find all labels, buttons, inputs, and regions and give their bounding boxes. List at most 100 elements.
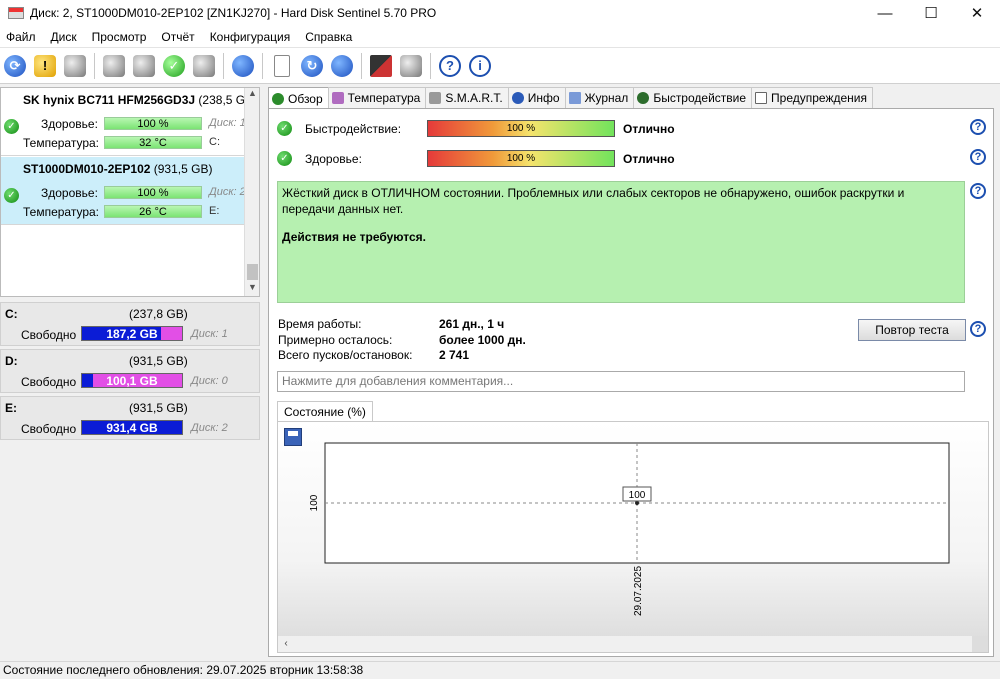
menu-file[interactable]: Файл bbox=[0, 30, 45, 44]
maximize-button[interactable]: ☐ bbox=[908, 0, 954, 26]
disk-list-scrollbar[interactable]: ▲ ▼ bbox=[244, 88, 259, 296]
tab-label: Быстродействие bbox=[653, 91, 747, 105]
volume-disk: Диск: 2 bbox=[191, 422, 228, 434]
network-icon bbox=[331, 54, 353, 77]
volume-letter: D: bbox=[5, 354, 18, 368]
tab-overview[interactable]: Обзор bbox=[268, 87, 329, 109]
disk-ok-icon: ✓ bbox=[163, 54, 185, 77]
scroll-thumb[interactable] bbox=[247, 264, 258, 280]
scroll-left-icon[interactable]: ‹ bbox=[278, 636, 294, 652]
disk-number: Диск: 1 bbox=[209, 117, 246, 129]
tab-info[interactable]: Инфо bbox=[507, 87, 566, 108]
free-space-value: 100,1 GB bbox=[106, 374, 158, 388]
disk-scan-button[interactable] bbox=[191, 53, 217, 79]
report-icon bbox=[274, 54, 290, 77]
web-icon bbox=[232, 54, 254, 77]
speed-icon bbox=[637, 92, 650, 104]
tab-temperature[interactable]: Температура bbox=[327, 87, 427, 108]
temperature-label: Температура: bbox=[23, 205, 100, 219]
uptime-value: 261 дн., 1 ч bbox=[439, 317, 505, 331]
message-help-icon[interactable]: ? bbox=[970, 183, 986, 199]
scroll-up-icon[interactable]: ▲ bbox=[245, 88, 259, 102]
toolbar-separator bbox=[361, 52, 362, 79]
overview-panel: ✓ Быстродействие: 100 % Отлично ? ✓ Здор… bbox=[268, 108, 994, 657]
health-chart: 100 100 29.07.2025 bbox=[309, 442, 950, 616]
warning-button[interactable]: ! bbox=[32, 53, 58, 79]
app-icon bbox=[8, 7, 24, 19]
menu-report[interactable]: Отчёт bbox=[155, 30, 203, 44]
disk-list: SK hynix BC711 HFM256GD3J (238,5 GB ✓ Зд… bbox=[0, 87, 260, 297]
retest-help-icon[interactable]: ? bbox=[970, 321, 986, 337]
health-bar: 100 % bbox=[104, 117, 202, 130]
volume-size: (931,5 GB) bbox=[129, 401, 188, 415]
tab-performance[interactable]: Быстродействие bbox=[633, 87, 753, 108]
health-help-icon[interactable]: ? bbox=[970, 149, 986, 165]
recycle-button[interactable]: ↻ bbox=[299, 53, 325, 79]
free-label: Свободно bbox=[21, 375, 77, 389]
web-button[interactable] bbox=[230, 53, 256, 79]
toolbar-separator bbox=[430, 52, 431, 79]
network-button[interactable] bbox=[329, 53, 355, 79]
volume-card-c[interactable]: C: (237,8 GB) Свободно 187,2 GB Диск: 1 bbox=[0, 302, 260, 346]
disk-test-button[interactable] bbox=[101, 53, 127, 79]
chart-scrollbar[interactable]: ‹ bbox=[278, 636, 988, 652]
data-label: 100 bbox=[629, 490, 646, 501]
disk-card-0[interactable]: SK hynix BC711 HFM256GD3J (238,5 GB ✓ Зд… bbox=[1, 88, 253, 156]
toolbar-separator bbox=[262, 52, 263, 79]
disk-ok-button[interactable]: ✓ bbox=[161, 53, 187, 79]
performance-bar: 100 % bbox=[427, 120, 615, 137]
disk-scan-icon bbox=[193, 54, 215, 77]
disk-test-2-button[interactable] bbox=[131, 53, 157, 79]
toolbar-separator bbox=[94, 52, 95, 79]
scroll-down-icon[interactable]: ▼ bbox=[245, 282, 259, 296]
disk-size: (931,5 GB) bbox=[153, 162, 213, 176]
tab-label: Журнал bbox=[584, 91, 629, 105]
report-button[interactable] bbox=[269, 53, 295, 79]
help-button[interactable]: ? bbox=[437, 53, 463, 79]
menu-configuration[interactable]: Конфигурация bbox=[204, 30, 300, 44]
disk-name: ST1000DM010-2EP102 (931,5 GB) bbox=[23, 162, 212, 176]
health-label: Здоровье: bbox=[305, 152, 362, 166]
tab-journal[interactable]: Журнал bbox=[564, 87, 635, 108]
thermometer-icon bbox=[331, 92, 344, 104]
retest-button[interactable]: Повтор теста bbox=[858, 319, 966, 341]
menu-view[interactable]: Просмотр bbox=[86, 30, 156, 44]
disk-card-1[interactable]: ST1000DM010-2EP102 (931,5 GB) ✓ Здоровье… bbox=[1, 157, 246, 225]
disk-number: Диск: 2 bbox=[209, 186, 246, 198]
volume-card-e[interactable]: E: (931,5 GB) Свободно 931,4 GB Диск: 2 bbox=[0, 396, 260, 440]
chart-button[interactable] bbox=[368, 53, 394, 79]
performance-rating: Отлично bbox=[623, 122, 675, 136]
remaining-value: более 1000 дн. bbox=[439, 333, 526, 347]
performance-help-icon[interactable]: ? bbox=[970, 119, 986, 135]
temperature-label: Температура: bbox=[23, 136, 100, 150]
window-title: Диск: 2, ST1000DM010-2EP102 [ZN1KJ270] -… bbox=[30, 6, 437, 20]
volume-card-d[interactable]: D: (931,5 GB) Свободно 100,1 GB Диск: 0 bbox=[0, 349, 260, 393]
x-tick-label: 29.07.2025 bbox=[633, 566, 644, 616]
info-button[interactable]: i bbox=[467, 53, 493, 79]
menu-help[interactable]: Справка bbox=[299, 30, 361, 44]
comment-input[interactable]: Нажмите для добавления комментария... bbox=[277, 371, 965, 392]
tab-alerts[interactable]: Предупреждения bbox=[751, 87, 873, 108]
disk-info-button[interactable] bbox=[62, 53, 88, 79]
tab-health-chart[interactable]: Состояние (%) bbox=[277, 401, 373, 422]
volume-disk: Диск: 0 bbox=[191, 375, 228, 387]
minimize-button[interactable]: — bbox=[862, 0, 908, 26]
refresh-icon: ⟳ bbox=[4, 54, 26, 77]
smart-icon bbox=[429, 92, 442, 104]
tab-label: S.M.A.R.T. bbox=[445, 91, 503, 105]
health-chart-area: 100 100 29.07.2025 ‹ bbox=[277, 421, 989, 653]
menu-disk[interactable]: Диск bbox=[45, 30, 86, 44]
scroll-right-icon[interactable] bbox=[972, 636, 988, 652]
free-space-bar: 100,1 GB bbox=[81, 373, 183, 388]
sound-button[interactable] bbox=[398, 53, 424, 79]
volume-size: (931,5 GB) bbox=[129, 354, 188, 368]
close-button[interactable]: ✕ bbox=[954, 0, 1000, 26]
toolbar-separator bbox=[223, 52, 224, 79]
toolbar: ⟳ ! ✓ ↻ ? i bbox=[0, 48, 1000, 84]
tab-strip: Обзор Температура S.M.A.R.T. Инфо Журнал… bbox=[268, 87, 873, 109]
refresh-button[interactable]: ⟳ bbox=[2, 53, 28, 79]
volume-size: (237,8 GB) bbox=[129, 307, 188, 321]
tab-smart[interactable]: S.M.A.R.T. bbox=[425, 87, 509, 108]
health-bar: 100 % bbox=[427, 150, 615, 167]
health-label: Здоровье: bbox=[41, 117, 98, 131]
